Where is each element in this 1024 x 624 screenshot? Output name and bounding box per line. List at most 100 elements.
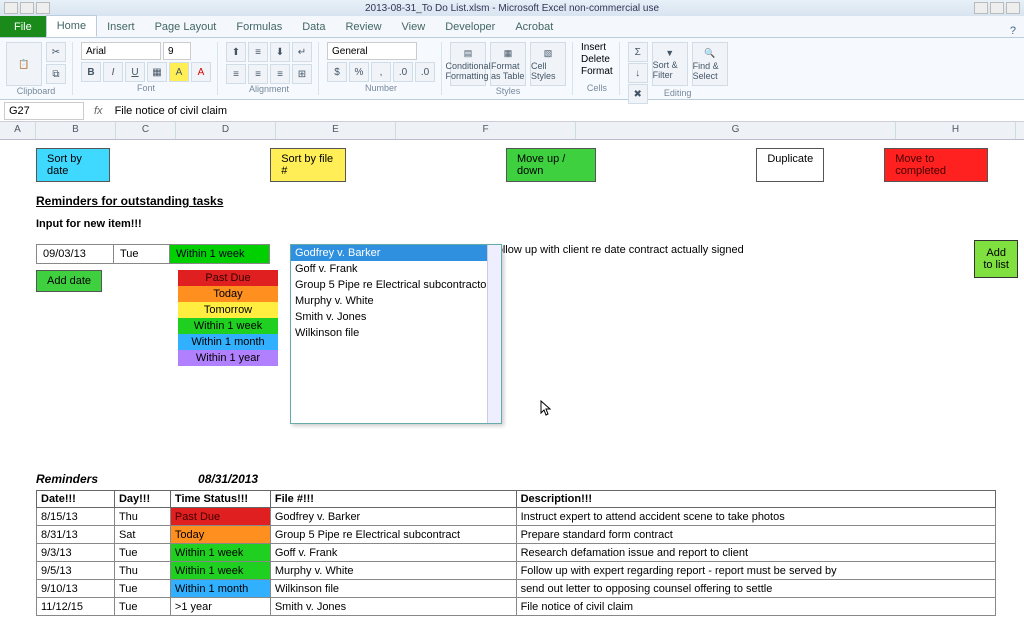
merge-button[interactable]: ⊞ <box>292 64 312 84</box>
dropdown-option[interactable]: Goff v. Frank <box>291 261 501 277</box>
cell-date[interactable]: 8/31/13 <box>37 526 115 544</box>
cell-status[interactable]: Within 1 week <box>170 562 270 580</box>
col-A[interactable]: A <box>0 122 36 139</box>
cell-status[interactable]: >1 year <box>170 598 270 616</box>
cell-day[interactable]: Tue <box>114 580 170 598</box>
col-H[interactable]: H <box>896 122 1016 139</box>
maximize-icon[interactable] <box>990 2 1004 14</box>
table-row[interactable]: 9/5/13ThuWithin 1 weekMurphy v. WhiteFol… <box>37 562 996 580</box>
file-tab[interactable]: File <box>0 16 46 37</box>
followup-text[interactable]: Follow up with client re date contract a… <box>490 244 744 256</box>
cell-file[interactable]: Smith v. Jones <box>270 598 516 616</box>
copy-button[interactable]: ⧉ <box>46 64 66 84</box>
cell-date[interactable]: 11/12/15 <box>37 598 115 616</box>
font-color-button[interactable]: A <box>191 62 211 82</box>
underline-button[interactable]: U <box>125 62 145 82</box>
move-up-down-button[interactable]: Move up / down <box>506 148 596 182</box>
close-icon[interactable] <box>1006 2 1020 14</box>
add-to-list-button[interactable]: Add to list <box>974 240 1018 278</box>
autosum-button[interactable]: Σ <box>628 42 648 62</box>
cell-date[interactable]: 8/15/13 <box>37 508 115 526</box>
insert-cells-button[interactable]: Insert <box>581 42 606 53</box>
cell-date[interactable]: 9/5/13 <box>37 562 115 580</box>
col-E[interactable]: E <box>276 122 396 139</box>
dropdown-option[interactable]: Wilkinson file <box>291 325 501 341</box>
th-date[interactable]: Date!!! <box>37 491 115 508</box>
cell-status[interactable]: Within 1 month <box>170 580 270 598</box>
col-C[interactable]: C <box>116 122 176 139</box>
fill-color-button[interactable]: A <box>169 62 189 82</box>
inc-decimal-button[interactable]: .0 <box>393 62 413 82</box>
cell-day[interactable]: Tue <box>114 598 170 616</box>
find-select-button[interactable]: 🔍Find & Select <box>692 42 728 86</box>
cell-day[interactable]: Sat <box>114 526 170 544</box>
align-bot-button[interactable]: ⬇ <box>270 42 290 62</box>
cell-desc[interactable]: Follow up with expert regarding report -… <box>516 562 995 580</box>
cell-desc[interactable]: Instruct expert to attend accident scene… <box>516 508 995 526</box>
cell-desc[interactable]: Prepare standard form contract <box>516 526 995 544</box>
format-cells-button[interactable]: Format <box>581 66 613 77</box>
sort-by-file-button[interactable]: Sort by file # <box>270 148 346 182</box>
table-row[interactable]: 8/15/13ThuPast DueGodfrey v. BarkerInstr… <box>37 508 996 526</box>
save-icon[interactable] <box>4 2 18 14</box>
tab-insert[interactable]: Insert <box>97 17 145 37</box>
dropdown-selected[interactable]: Godfrey v. Barker <box>291 245 501 261</box>
table-row[interactable]: 9/3/13TueWithin 1 weekGoff v. FrankResea… <box>37 544 996 562</box>
cond-fmt-button[interactable]: ▤Conditional Formatting <box>450 42 486 86</box>
file-dropdown[interactable]: Godfrey v. Barker Goff v. Frank Group 5 … <box>290 244 502 424</box>
undo-icon[interactable] <box>20 2 34 14</box>
cell-status[interactable]: Past Due <box>170 508 270 526</box>
col-F[interactable]: F <box>396 122 576 139</box>
cell-status[interactable]: Today <box>170 526 270 544</box>
tab-developer[interactable]: Developer <box>435 17 505 37</box>
input-date-cell[interactable]: 09/03/13 <box>36 244 114 264</box>
col-B[interactable]: B <box>36 122 116 139</box>
bold-button[interactable]: B <box>81 62 101 82</box>
help-icon[interactable]: ? <box>1010 25 1016 37</box>
dropdown-option[interactable]: Murphy v. White <box>291 293 501 309</box>
cut-button[interactable]: ✂ <box>46 42 66 62</box>
percent-button[interactable]: % <box>349 62 369 82</box>
currency-button[interactable]: $ <box>327 62 347 82</box>
cell-file[interactable]: Murphy v. White <box>270 562 516 580</box>
th-file[interactable]: File #!!! <box>270 491 516 508</box>
th-desc[interactable]: Description!!! <box>516 491 995 508</box>
cell-file[interactable]: Godfrey v. Barker <box>270 508 516 526</box>
table-row[interactable]: 9/10/13TueWithin 1 monthWilkinson filese… <box>37 580 996 598</box>
dropdown-scrollbar[interactable] <box>487 245 501 423</box>
input-status-cell[interactable]: Within 1 week <box>170 244 270 264</box>
align-left-button[interactable]: ≡ <box>226 64 246 84</box>
cell-file[interactable]: Wilkinson file <box>270 580 516 598</box>
fx-icon[interactable]: fx <box>88 105 109 117</box>
align-right-button[interactable]: ≡ <box>270 64 290 84</box>
cell-day[interactable]: Tue <box>114 544 170 562</box>
cell-day[interactable]: Thu <box>114 562 170 580</box>
tab-view[interactable]: View <box>392 17 436 37</box>
cell-desc[interactable]: Research defamation issue and report to … <box>516 544 995 562</box>
cell-status[interactable]: Within 1 week <box>170 544 270 562</box>
th-day[interactable]: Day!!! <box>114 491 170 508</box>
tab-home[interactable]: Home <box>46 15 97 37</box>
delete-cells-button[interactable]: Delete <box>581 54 610 65</box>
tab-page-layout[interactable]: Page Layout <box>145 17 227 37</box>
sort-by-date-button[interactable]: Sort by date <box>36 148 110 182</box>
paste-button[interactable]: 📋 <box>6 42 42 86</box>
cell-desc[interactable]: send out letter to opposing counsel offe… <box>516 580 995 598</box>
cell-day[interactable]: Thu <box>114 508 170 526</box>
align-top-button[interactable]: ⬆ <box>226 42 246 62</box>
tab-formulas[interactable]: Formulas <box>226 17 292 37</box>
redo-icon[interactable] <box>36 2 50 14</box>
border-button[interactable]: ▦ <box>147 62 167 82</box>
formula-bar[interactable]: File notice of civil claim <box>109 103 1024 119</box>
number-format-select[interactable]: General <box>327 42 417 60</box>
cell-file[interactable]: Group 5 Pipe re Electrical subcontract <box>270 526 516 544</box>
tab-data[interactable]: Data <box>292 17 335 37</box>
fmt-table-button[interactable]: ▦Format as Table <box>490 42 526 86</box>
tab-review[interactable]: Review <box>335 17 391 37</box>
dropdown-option[interactable]: Group 5 Pipe re Electrical subcontractor <box>291 277 501 293</box>
italic-button[interactable]: I <box>103 62 123 82</box>
th-status[interactable]: Time Status!!! <box>170 491 270 508</box>
fill-button[interactable]: ↓ <box>628 63 648 83</box>
tab-acrobat[interactable]: Acrobat <box>505 17 563 37</box>
name-box[interactable]: G27 <box>4 102 84 120</box>
